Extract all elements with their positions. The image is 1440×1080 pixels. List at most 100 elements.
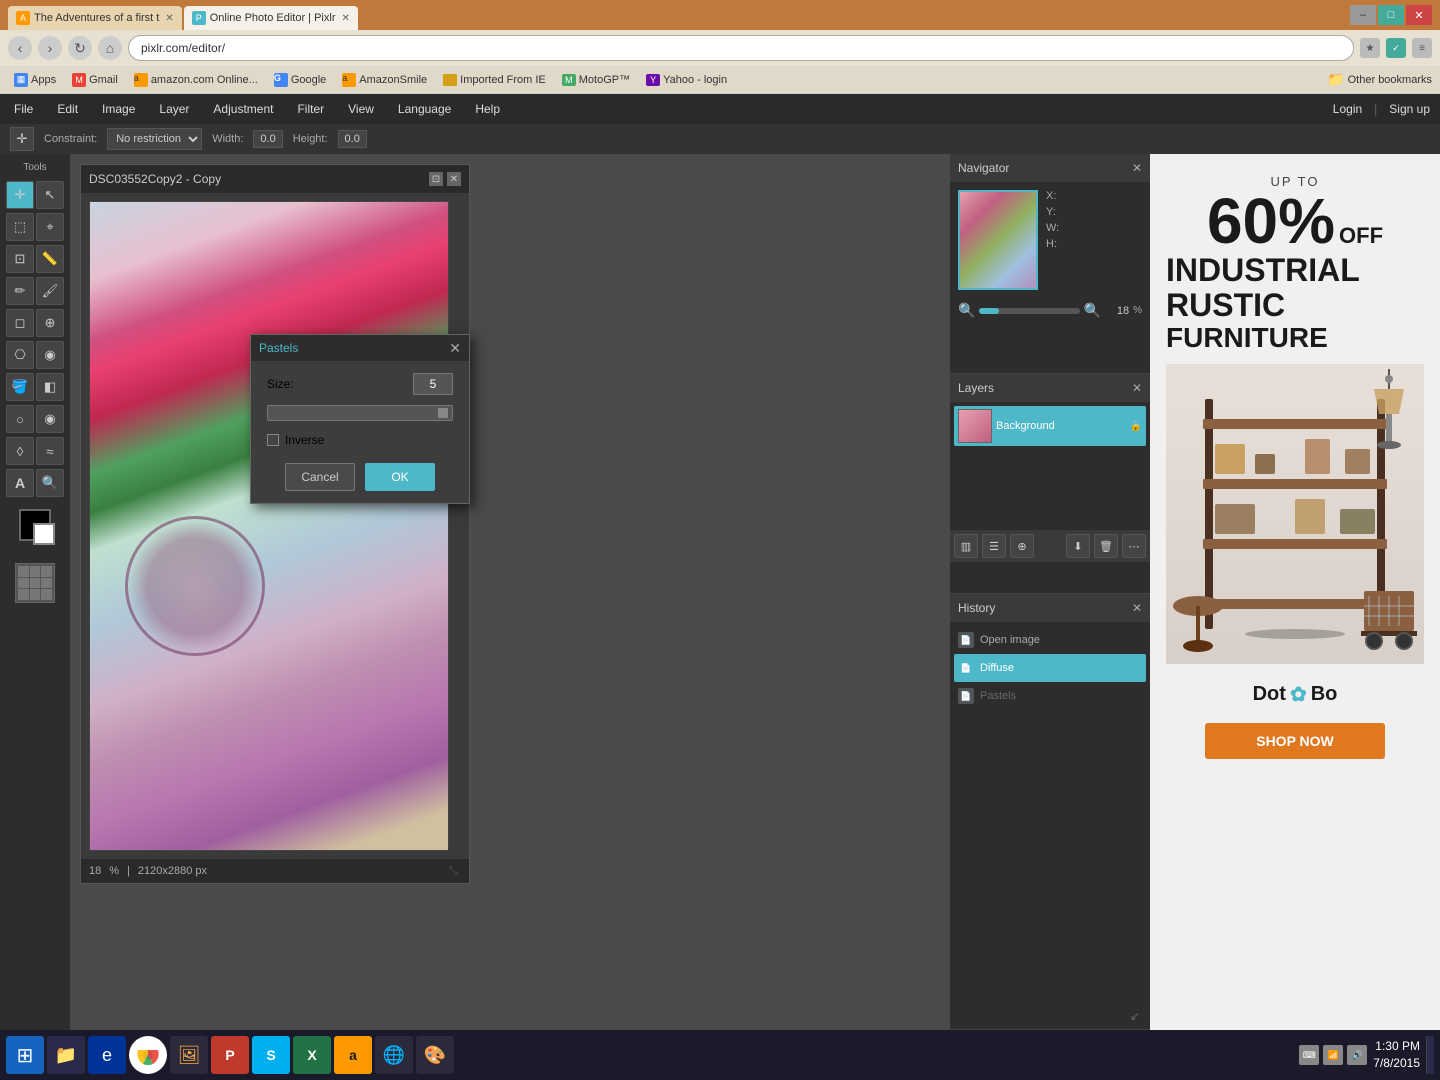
amazons-icon: a [342,73,356,87]
tool-wand[interactable]: ⌖ [36,213,64,241]
tool-dodge[interactable]: ○ [6,405,34,433]
history-item-open[interactable]: 📄 Open image [954,626,1146,654]
back-button[interactable]: ‹ [8,36,32,60]
tab-novel[interactable]: A The Adventures of a first t ✕ [8,6,182,30]
layer-delete-button[interactable]: 🗑 [1094,534,1118,558]
menu-icon[interactable]: ≡ [1412,38,1432,58]
taskbar-file-explorer[interactable]: 📁 [47,1036,85,1074]
dialog-size-slider[interactable] [267,405,453,421]
tool-move[interactable]: ✛ [6,181,34,209]
taskbar-excel[interactable]: X [293,1036,331,1074]
menu-file[interactable]: File [10,100,37,118]
start-button[interactable]: ⊞ [6,1036,44,1074]
ad-shop-now-button[interactable]: SHOP NOW [1205,723,1385,759]
address-bar[interactable] [128,35,1354,61]
bookmark-apps[interactable]: ▦ Apps [8,71,62,89]
dialog-ok-button[interactable]: OK [365,463,435,491]
menu-edit[interactable]: Edit [53,100,82,118]
taskbar-show-desktop[interactable] [1426,1036,1434,1074]
tool-sponge[interactable]: ◊ [6,437,34,465]
bookmark-yahoo-label: Yahoo - login [663,74,727,86]
menu-help[interactable]: Help [471,100,504,118]
menu-image[interactable]: Image [98,100,139,118]
layer-merge-button[interactable]: ⬇ [1066,534,1090,558]
tool-fill[interactable]: 🪣 [6,373,34,401]
tool-zoom-in[interactable]: 🔍 [36,469,64,497]
menu-login[interactable]: Login [1333,102,1362,116]
history-item-diffuse[interactable]: 📄 Diffuse [954,654,1146,682]
navigator-close[interactable]: ✕ [1132,161,1142,175]
pixlr-menubar: File Edit Image Layer Adjustment Filter … [0,94,1440,124]
tool-brush[interactable]: 🖌 [36,277,64,305]
ad-title-block: INDUSTRIAL RUSTIC FURNITURE [1166,253,1424,354]
refresh-button[interactable]: ↻ [68,36,92,60]
bookmark-ie[interactable]: Imported From IE [437,72,552,88]
zoom-out-icon[interactable]: 🔍 [958,302,975,319]
tool-type[interactable]: A [6,469,34,497]
background-color[interactable] [33,523,55,545]
tool-measure[interactable]: 📏 [36,245,64,273]
taskbar-misc1[interactable]: 🌐 [375,1036,413,1074]
menu-filter[interactable]: Filter [293,100,328,118]
dialog-cancel-button[interactable]: Cancel [285,463,355,491]
tool-crop[interactable]: ⊡ [6,245,34,273]
layer-adjustment-button[interactable]: ⊕ [1010,534,1034,558]
tool-clone[interactable]: ⎔ [6,341,34,369]
menu-layer[interactable]: Layer [155,100,193,118]
layer-background[interactable]: Background 🔒 [954,406,1146,446]
ad-lamp [1364,369,1414,462]
zoom-slider[interactable] [979,308,1079,314]
pattern-selector[interactable] [15,563,55,603]
tool-move-icon[interactable]: ✛ [10,127,34,151]
taskbar-skype[interactable]: S [252,1036,290,1074]
foreground-color[interactable] [19,509,51,541]
zoom-in-icon[interactable]: 🔍 [1084,302,1101,319]
taskbar-powerpoint[interactable]: P [211,1036,249,1074]
tab-pixlr[interactable]: P Online Photo Editor | Pixlr ✕ [184,6,358,30]
tool-burn[interactable]: ◉ [36,405,64,433]
taskbar-misc2[interactable]: 🎨 [416,1036,454,1074]
tool-heal[interactable]: ⊕ [36,309,64,337]
tool-select[interactable]: ↖ [36,181,64,209]
maximize-button[interactable]: □ [1378,5,1404,25]
layer-new-button[interactable]: ☰ [982,534,1006,558]
star-icon[interactable]: ★ [1360,38,1380,58]
history-close[interactable]: ✕ [1132,601,1142,615]
canvas-area[interactable]: DSC03552Copy2 - Copy ⊡ ✕ 18 [70,154,950,1030]
history-item-pastels[interactable]: 📄 Pastels [954,682,1146,710]
tool-lasso[interactable]: ⬚ [6,213,34,241]
layers-close[interactable]: ✕ [1132,381,1142,395]
bookmark-moto[interactable]: M MotoGP™ [556,72,636,88]
menu-view[interactable]: View [344,100,378,118]
layer-more-button[interactable]: ⋯ [1122,534,1146,558]
close-button[interactable]: ✕ [1406,5,1432,25]
tab-novel-close[interactable]: ✕ [165,13,173,24]
tool-pencil[interactable]: ✏ [6,277,34,305]
tool-smudge[interactable]: ≈ [36,437,64,465]
layer-new-group-button[interactable]: ▥ [954,534,978,558]
tool-gradient[interactable]: ◧ [36,373,64,401]
bookmark-google[interactable]: G Google [268,71,332,89]
dialog-close-button[interactable]: ✕ [449,340,461,357]
minimize-button[interactable]: – [1350,5,1376,25]
bookmark-amazon[interactable]: a amazon.com Online... [128,71,264,89]
menu-language[interactable]: Language [394,100,455,118]
taskbar-photos[interactable]: 🖼 [170,1036,208,1074]
taskbar-ie[interactable]: e [88,1036,126,1074]
menu-adjustment[interactable]: Adjustment [209,100,277,118]
tool-blur[interactable]: ◉ [36,341,64,369]
bookmark-amazons[interactable]: a AmazonSmile [336,71,433,89]
constraint-select[interactable]: No restriction [107,128,202,150]
tool-eraser[interactable]: ◻ [6,309,34,337]
bookmark-gmail[interactable]: M Gmail [66,71,124,89]
bookmark-yahoo[interactable]: Y Yahoo - login [640,72,733,88]
dialog-size-input[interactable] [413,373,453,395]
home-button[interactable]: ⌂ [98,36,122,60]
menu-signup[interactable]: Sign up [1389,102,1430,116]
tab-pixlr-close[interactable]: ✕ [341,13,349,24]
other-bookmarks[interactable]: 📁 Other bookmarks [1327,71,1432,88]
dialog-inverse-checkbox[interactable] [267,434,279,446]
taskbar-amazon[interactable]: a [334,1036,372,1074]
taskbar-chrome[interactable] [129,1036,167,1074]
forward-button[interactable]: › [38,36,62,60]
